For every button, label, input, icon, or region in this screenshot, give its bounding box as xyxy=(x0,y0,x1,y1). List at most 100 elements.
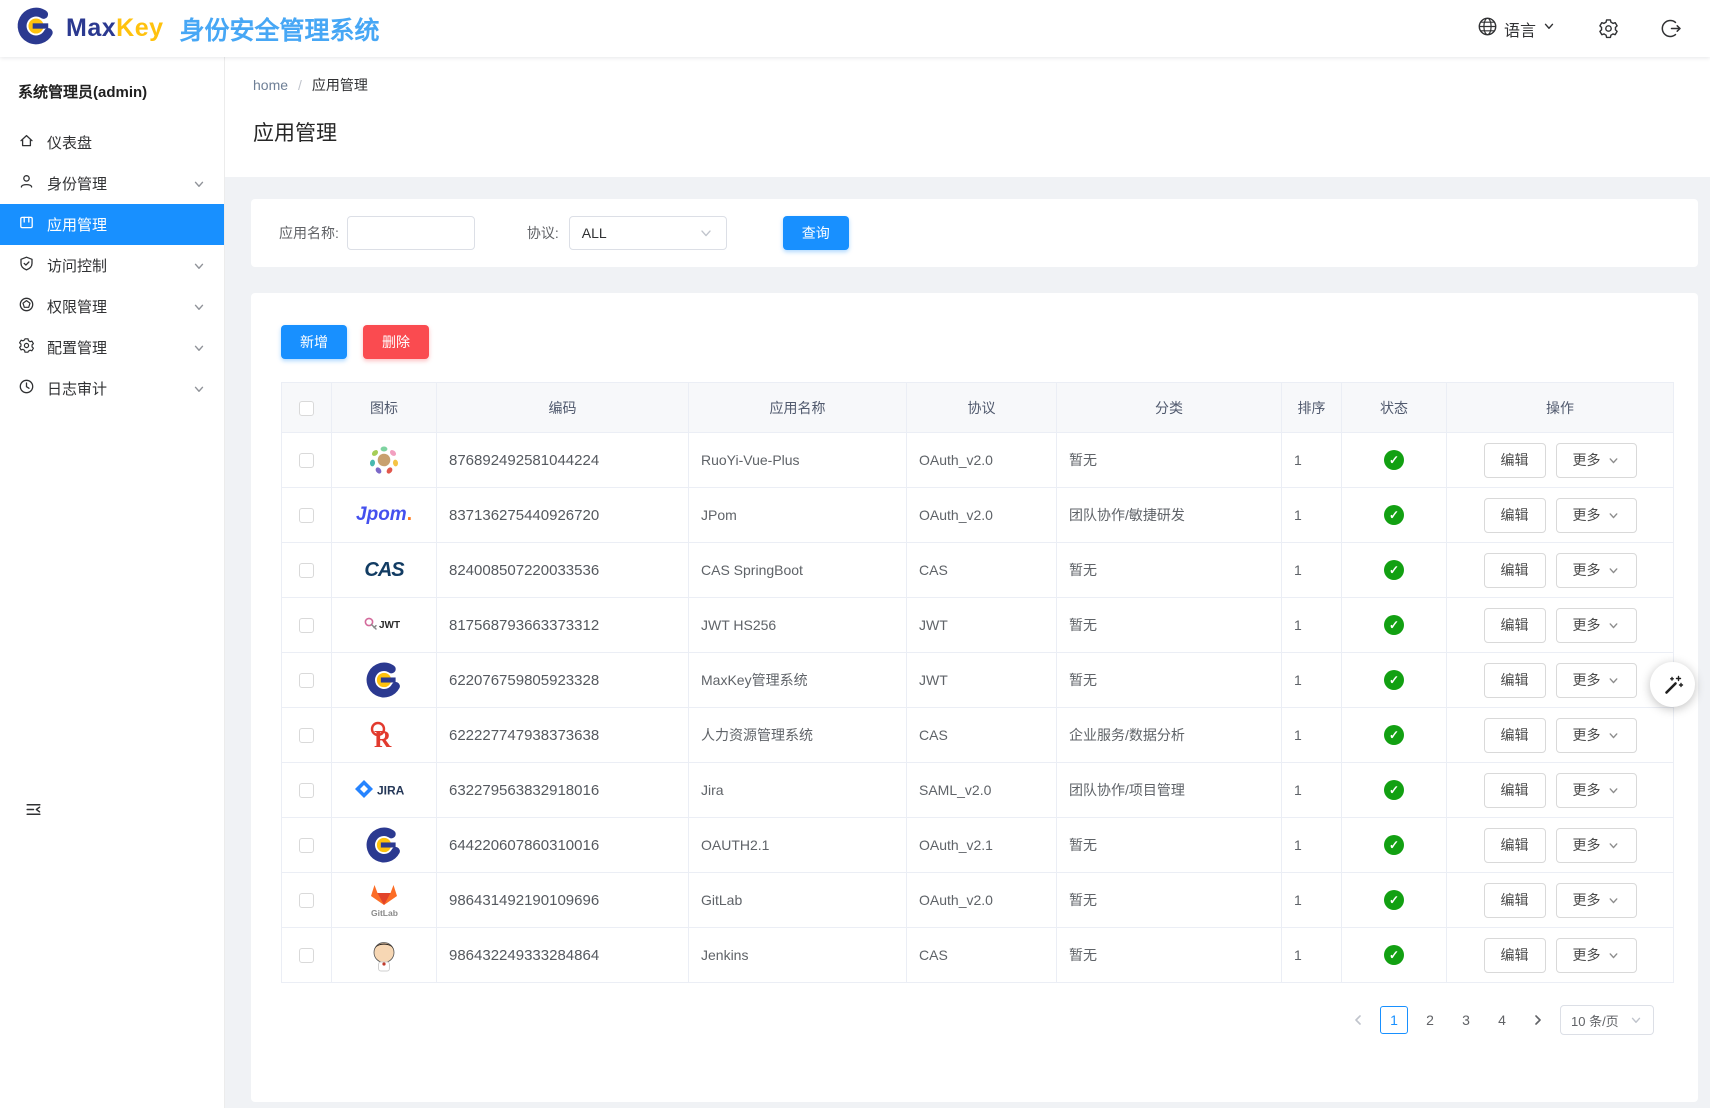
app-icon-cell: GitLab xyxy=(332,873,437,928)
prev-page-button[interactable] xyxy=(1344,1006,1372,1034)
sidebar-item-dashboard[interactable]: 仪表盘 xyxy=(0,122,224,163)
sidebar-item-config[interactable]: 配置管理 xyxy=(0,327,224,368)
edit-button[interactable]: 编辑 xyxy=(1484,663,1546,698)
table-row: 876892492581044224RuoYi-Vue-PlusOAuth_v2… xyxy=(282,433,1674,488)
sidebar-item-permission[interactable]: 权限管理 xyxy=(0,286,224,327)
table-row: Jpom.837136275440926720JPomOAuth_v2.0团队协… xyxy=(282,488,1674,543)
edit-button[interactable]: 编辑 xyxy=(1484,828,1546,863)
page-title: 应用管理 xyxy=(253,117,1682,147)
svg-text:R: R xyxy=(374,727,392,753)
app-name: Jira xyxy=(689,763,907,818)
edit-button[interactable]: 编辑 xyxy=(1484,498,1546,533)
app-sort: 1 xyxy=(1282,543,1342,598)
sidebar-item-apps[interactable]: 应用管理 xyxy=(0,204,224,245)
column-header: 状态 xyxy=(1342,383,1447,433)
row-checkbox[interactable] xyxy=(299,618,314,633)
chevron-down-icon xyxy=(1607,729,1620,742)
edit-button[interactable]: 编辑 xyxy=(1484,718,1546,753)
app-status-cell: ✓ xyxy=(1342,598,1447,653)
row-checkbox[interactable] xyxy=(299,783,314,798)
more-button[interactable]: 更多 xyxy=(1556,443,1637,478)
cas-logo-icon: CAS xyxy=(364,549,403,591)
sidebar-item-audit[interactable]: 日志审计 xyxy=(0,368,224,409)
app-code: 817568793663373312 xyxy=(437,598,689,653)
app-icon-cell xyxy=(332,433,437,488)
table-row: JWT817568793663373312JWT HS256JWT暂无1✓编辑更… xyxy=(282,598,1674,653)
row-checkbox[interactable] xyxy=(299,453,314,468)
collapse-sidebar-button[interactable] xyxy=(24,800,43,824)
search-button[interactable]: 查询 xyxy=(783,216,849,250)
edit-button[interactable]: 编辑 xyxy=(1484,938,1546,973)
more-button[interactable]: 更多 xyxy=(1556,553,1637,588)
next-page-button[interactable] xyxy=(1524,1006,1552,1034)
app-protocol: SAML_v2.0 xyxy=(907,763,1057,818)
page-size-select[interactable]: 10 条/页 xyxy=(1560,1005,1654,1035)
logout-button[interactable] xyxy=(1661,18,1682,39)
edit-button[interactable]: 编辑 xyxy=(1484,553,1546,588)
floating-tool-button[interactable] xyxy=(1650,662,1695,707)
app-protocol: OAuth_v2.0 xyxy=(907,873,1057,928)
edit-button[interactable]: 编辑 xyxy=(1484,608,1546,643)
row-select-cell xyxy=(282,543,332,598)
table-panel: 新增 删除 图标编码应用名称协议分类排序状态操作 876892492581044… xyxy=(251,293,1698,1102)
row-select-cell xyxy=(282,433,332,488)
edit-button[interactable]: 编辑 xyxy=(1484,883,1546,918)
brand-name: MaxKey xyxy=(66,14,164,43)
more-button[interactable]: 更多 xyxy=(1556,663,1637,698)
app-code: 824008507220033536 xyxy=(437,543,689,598)
gitlab-logo-icon: GitLab xyxy=(364,879,404,921)
edit-button[interactable]: 编辑 xyxy=(1484,443,1546,478)
jenkins-logo-icon xyxy=(365,934,403,976)
app-protocol: OAuth_v2.0 xyxy=(907,433,1057,488)
select-all-checkbox[interactable] xyxy=(299,401,314,416)
maxkey-logo-icon xyxy=(16,6,56,51)
page-number-3[interactable]: 3 xyxy=(1452,1006,1480,1034)
row-actions-cell: 编辑更多 xyxy=(1447,873,1674,928)
settings-button[interactable] xyxy=(1598,18,1619,39)
more-button[interactable]: 更多 xyxy=(1556,773,1637,808)
more-button[interactable]: 更多 xyxy=(1556,718,1637,753)
chevron-down-icon xyxy=(1607,949,1620,962)
more-button[interactable]: 更多 xyxy=(1556,828,1637,863)
column-header: 编码 xyxy=(437,383,689,433)
row-checkbox[interactable] xyxy=(299,838,314,853)
more-button[interactable]: 更多 xyxy=(1556,938,1637,973)
chevron-down-icon xyxy=(192,300,206,314)
chevron-down-icon xyxy=(1629,1013,1643,1027)
app-code: 622076759805923328 xyxy=(437,653,689,708)
breadcrumb-home-link[interactable]: home xyxy=(253,77,288,93)
page-number-4[interactable]: 4 xyxy=(1488,1006,1516,1034)
row-checkbox[interactable] xyxy=(299,563,314,578)
row-checkbox[interactable] xyxy=(299,948,314,963)
language-switch[interactable]: 语言 xyxy=(1477,16,1556,42)
row-checkbox[interactable] xyxy=(299,728,314,743)
protocol-select[interactable]: ALL xyxy=(569,216,727,250)
more-button[interactable]: 更多 xyxy=(1556,498,1637,533)
page-number-2[interactable]: 2 xyxy=(1416,1006,1444,1034)
column-header: 图标 xyxy=(332,383,437,433)
sidebar-item-identity[interactable]: 身份管理 xyxy=(0,163,224,204)
app-category: 暂无 xyxy=(1057,928,1282,983)
app-category: 团队协作/敏捷研发 xyxy=(1057,488,1282,543)
chevron-down-icon xyxy=(1607,509,1620,522)
edit-button[interactable]: 编辑 xyxy=(1484,773,1546,808)
more-button[interactable]: 更多 xyxy=(1556,608,1637,643)
row-checkbox[interactable] xyxy=(299,893,314,908)
app-name-filter-input[interactable] xyxy=(347,216,475,250)
page-number-1[interactable]: 1 xyxy=(1380,1006,1408,1034)
sidebar-item-access[interactable]: 访问控制 xyxy=(0,245,224,286)
app-category: 暂无 xyxy=(1057,873,1282,928)
row-checkbox[interactable] xyxy=(299,508,314,523)
chevron-down-icon xyxy=(1607,454,1620,467)
row-checkbox[interactable] xyxy=(299,673,314,688)
app-icon-cell xyxy=(332,818,437,873)
more-button[interactable]: 更多 xyxy=(1556,883,1637,918)
app-protocol: CAS xyxy=(907,543,1057,598)
add-button[interactable]: 新增 xyxy=(281,325,347,359)
delete-button[interactable]: 删除 xyxy=(363,325,429,359)
sidebar-item-label: 权限管理 xyxy=(47,296,180,317)
app-sort: 1 xyxy=(1282,488,1342,543)
sidebar: 系统管理员(admin) 仪表盘身份管理应用管理访问控制权限管理配置管理日志审计 xyxy=(0,57,225,1108)
status-enabled-icon: ✓ xyxy=(1384,835,1404,855)
access-icon xyxy=(18,255,35,276)
